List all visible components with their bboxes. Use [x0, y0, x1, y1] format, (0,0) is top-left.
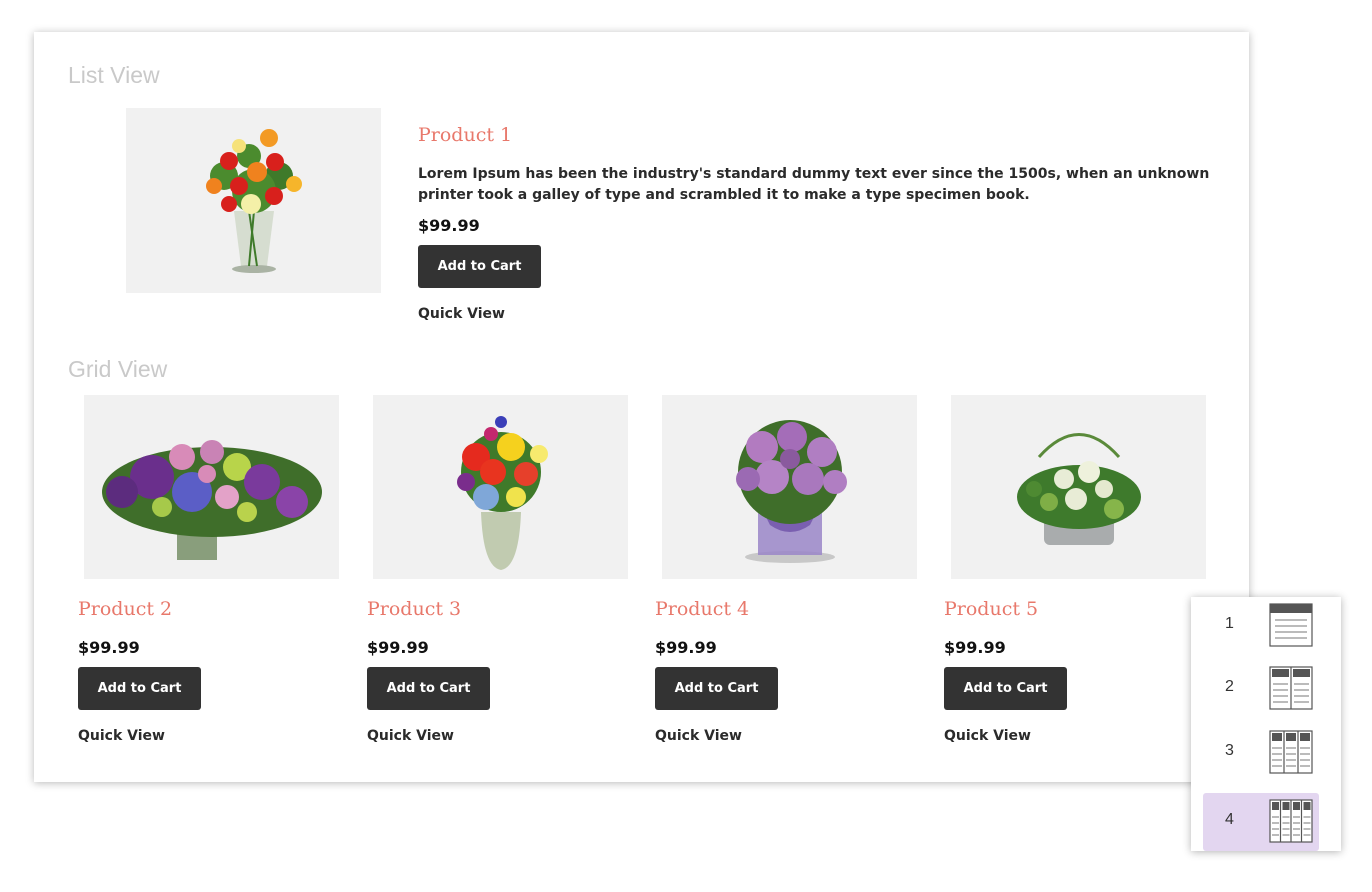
product-5-quick-view-link[interactable]: Quick View	[944, 728, 1031, 744]
grid-view-title: Grid View	[68, 356, 168, 382]
product-1-image[interactable]	[126, 108, 381, 293]
layout-option-label: 3	[1225, 742, 1234, 759]
product-2-price: $99.99	[78, 638, 140, 657]
product-3-image[interactable]	[373, 395, 628, 579]
two-column-layout-icon	[1269, 666, 1313, 710]
product-1-name[interactable]: Product 1	[418, 124, 512, 146]
layout-option-label: 4	[1225, 811, 1234, 828]
one-column-layout-icon	[1269, 603, 1313, 647]
layout-option-4[interactable]: 4	[1203, 793, 1319, 851]
layout-option-1[interactable]: 1	[1203, 597, 1319, 655]
product-4-price: $99.99	[655, 638, 717, 657]
layout-option-2[interactable]: 2	[1203, 660, 1319, 718]
product-5-add-to-cart-button[interactable]: Add to Cart	[944, 667, 1067, 710]
product-1-add-to-cart-button[interactable]: Add to Cart	[418, 245, 541, 288]
product-4-add-to-cart-button[interactable]: Add to Cart	[655, 667, 778, 710]
layout-switcher-menu: 1 2 3 4	[1191, 597, 1341, 851]
product-card-panel: List View Product 1 Lorem Ipsum has been…	[34, 32, 1249, 782]
product-2-name[interactable]: Product 2	[78, 598, 172, 620]
product-3-add-to-cart-button[interactable]: Add to Cart	[367, 667, 490, 710]
flower-bouquet-icon	[101, 440, 322, 560]
layout-option-label: 2	[1225, 678, 1234, 695]
layout-option-label: 1	[1225, 615, 1234, 632]
product-4-quick-view-link[interactable]: Quick View	[655, 728, 742, 744]
product-5-price: $99.99	[944, 638, 1006, 657]
layout-option-3[interactable]: 3	[1203, 724, 1319, 782]
product-4-image[interactable]	[662, 395, 917, 579]
product-2-image[interactable]	[84, 395, 339, 579]
product-1-quick-view-link[interactable]: Quick View	[418, 306, 505, 322]
product-2-add-to-cart-button[interactable]: Add to Cart	[78, 667, 201, 710]
flower-bouquet-icon	[735, 420, 847, 563]
product-5-name[interactable]: Product 5	[944, 598, 1038, 620]
flower-bouquet-icon	[1016, 433, 1141, 545]
four-column-layout-icon	[1269, 799, 1313, 843]
product-3-name[interactable]: Product 3	[367, 598, 461, 620]
flower-bouquet-icon	[456, 416, 548, 570]
product-1-description: Lorem Ipsum has been the industry's stan…	[418, 166, 1210, 203]
product-3-price: $99.99	[367, 638, 429, 657]
product-2-quick-view-link[interactable]: Quick View	[78, 728, 165, 744]
product-4-name[interactable]: Product 4	[655, 598, 749, 620]
product-5-image[interactable]	[951, 395, 1206, 579]
list-view-title: List View	[68, 62, 160, 88]
product-3-quick-view-link[interactable]: Quick View	[367, 728, 454, 744]
three-column-layout-icon	[1269, 730, 1313, 774]
flower-bouquet-icon	[205, 128, 302, 273]
product-1-price: $99.99	[418, 216, 480, 235]
